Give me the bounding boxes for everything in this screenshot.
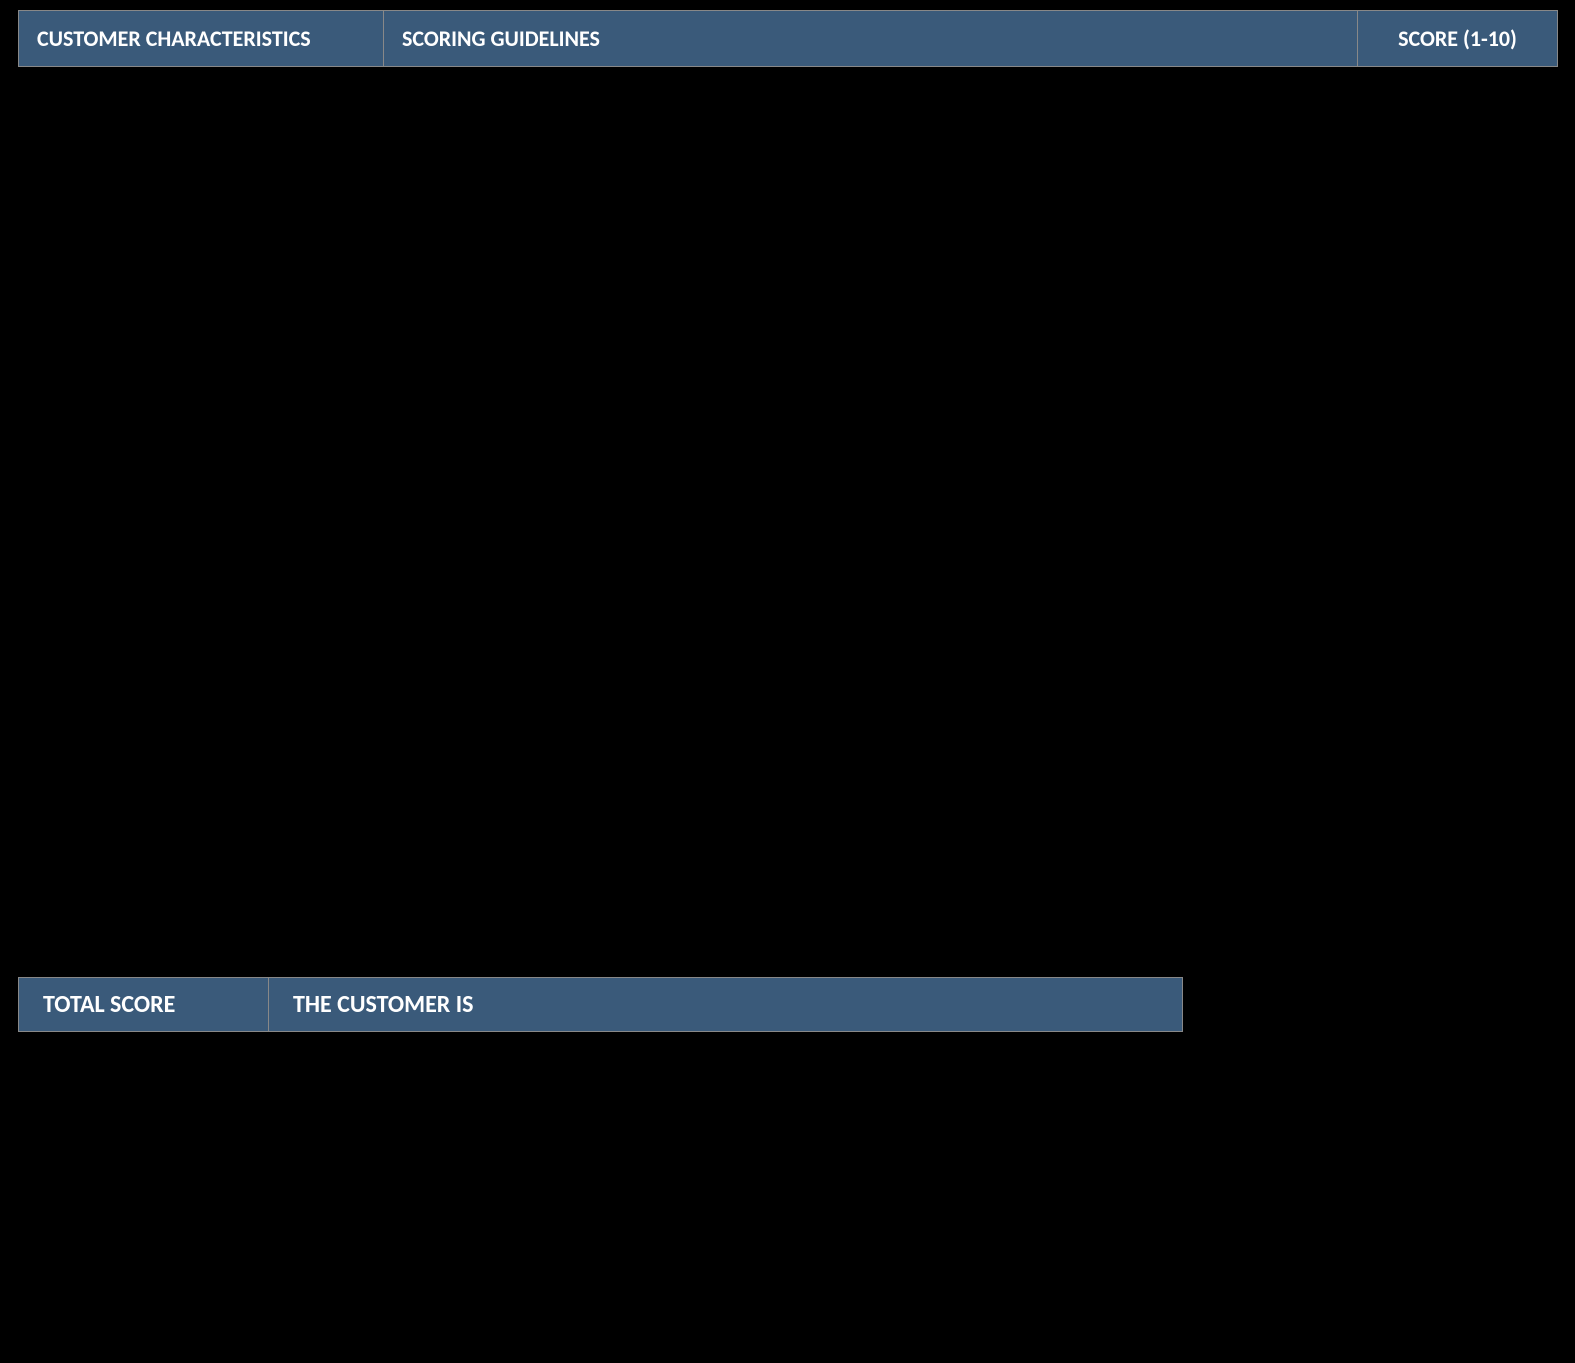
header-total-score: TOTAL SCORE [19,978,269,1032]
scoring-table-body-area [0,67,1575,977]
header-scoring-guidelines: SCORING GUIDELINES [384,11,1358,67]
header-customer-characteristics: CUSTOMER CHARACTERISTICS [19,11,384,67]
scoring-table: CUSTOMER CHARACTERISTICS SCORING GUIDELI… [18,10,1558,67]
total-score-table: TOTAL SCORE THE CUSTOMER IS [18,977,1183,1032]
header-customer-is: THE CUSTOMER IS [269,978,1183,1032]
total-score-body-area [0,1032,1575,1287]
scoring-table-header-row: CUSTOMER CHARACTERISTICS SCORING GUIDELI… [19,11,1558,67]
header-score: SCORE (1-10) [1358,11,1558,67]
total-score-header-row: TOTAL SCORE THE CUSTOMER IS [19,978,1183,1032]
